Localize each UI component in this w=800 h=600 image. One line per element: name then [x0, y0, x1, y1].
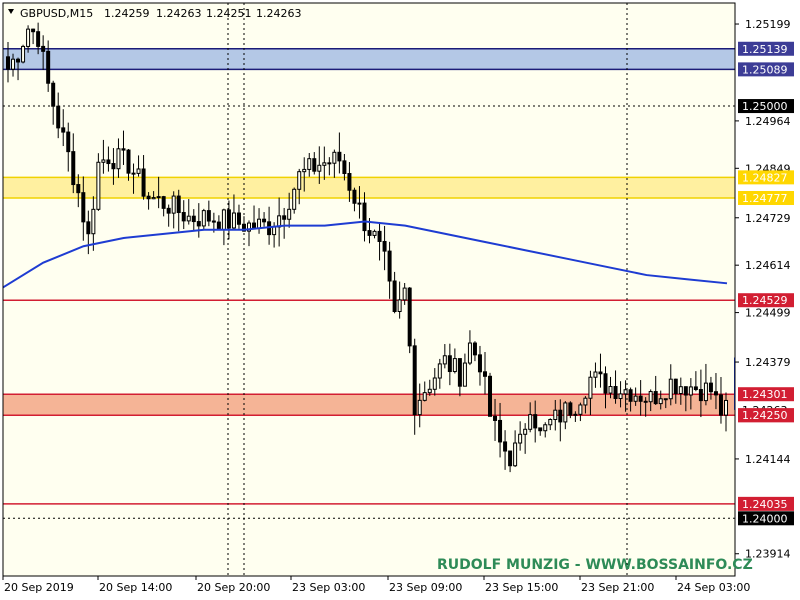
y-tick-label: 1.24499	[745, 307, 791, 320]
ohlc-value: 1.24251	[206, 7, 252, 20]
y-tick-label: 1.24614	[745, 259, 791, 272]
zone-bottom-price-tag: 1.25089	[742, 63, 788, 76]
level-price-tag: 1.24000	[742, 512, 788, 525]
y-tick-label: 1.24964	[745, 115, 791, 128]
level-price-tag: 1.25000	[742, 100, 788, 113]
zone-top-price-tag: 1.24827	[742, 171, 788, 184]
y-tick-label: 1.24144	[745, 453, 791, 466]
candle	[407, 287, 412, 354]
candle	[201, 208, 206, 230]
x-tick-label: 20 Sep 2019	[4, 581, 74, 594]
candle	[568, 401, 573, 419]
ohlc-value: 1.24263	[256, 7, 302, 20]
y-tick-label: 1.25199	[745, 18, 791, 31]
candle	[488, 372, 493, 417]
plot-area	[3, 3, 735, 576]
zone-top-price-tag: 1.25139	[742, 43, 788, 56]
price-chart: 1.251991.249641.248491.247291.246141.244…	[0, 0, 800, 600]
candle	[292, 187, 297, 214]
y-tick-label: 1.24379	[745, 356, 791, 369]
level-price-tag: 1.24035	[742, 498, 788, 511]
candle	[21, 44, 26, 64]
level-price-tag: 1.24529	[742, 294, 788, 307]
x-tick-label: 20 Sep 20:00	[197, 581, 270, 594]
symbol-label: GBPUSD,M15	[20, 7, 93, 20]
zone-yellow	[3, 177, 735, 198]
x-tick-label: 23 Sep 15:00	[485, 581, 558, 594]
chart: 1.25199 1.24964 1.24849 1.24729 1.24614 1.244…	[0, 0, 800, 600]
x-tick-label: 23 Sep 09:00	[389, 581, 462, 594]
x-tick-label: 23 Sep 21:00	[581, 581, 654, 594]
candle	[96, 153, 101, 211]
ohlc-value: 1.24259	[104, 7, 150, 20]
zone-bottom-price-tag: 1.24777	[742, 192, 788, 205]
watermark-text: RUDOLF MUNZIG - WWW.BOSSAINFO.CZ	[437, 557, 753, 573]
x-tick-label: 23 Sep 03:00	[292, 581, 365, 594]
x-tick-label: 20 Sep 14:00	[99, 581, 172, 594]
ohlc-value: 1.24263	[156, 7, 202, 20]
x-tick-label: 24 Sep 03:00	[677, 581, 750, 594]
zone-top-price-tag: 1.24301	[742, 388, 788, 401]
y-tick-label: 1.24729	[745, 212, 791, 225]
zone-bottom-price-tag: 1.24250	[742, 409, 788, 422]
zone-blue	[3, 48, 735, 70]
